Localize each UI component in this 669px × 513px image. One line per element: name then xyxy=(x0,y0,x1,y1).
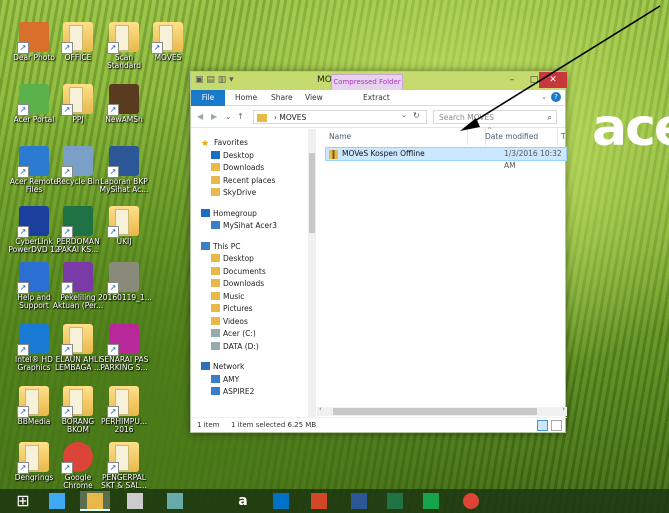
taskbar-excel[interactable] xyxy=(380,491,410,511)
excel-icon xyxy=(387,493,403,509)
taskbar-media[interactable] xyxy=(120,491,150,511)
taskbar-amazon[interactable]: a xyxy=(228,491,258,511)
amazon-icon: a xyxy=(238,493,248,509)
chrome-icon xyxy=(463,493,479,509)
taskbar-powerpoint[interactable] xyxy=(304,491,334,511)
internet-explorer-icon xyxy=(49,493,65,509)
outlook-icon xyxy=(273,493,289,509)
powerpoint-icon xyxy=(311,493,327,509)
taskbar-outlook[interactable] xyxy=(266,491,296,511)
arrow-line xyxy=(469,5,661,125)
taskbar-store[interactable] xyxy=(160,491,190,511)
taskbar: ⊞ a xyxy=(0,489,669,513)
annotation-arrow xyxy=(460,5,661,131)
taskbar-file-explorer[interactable] xyxy=(80,491,110,511)
green-app-icon xyxy=(423,493,439,509)
word-icon xyxy=(351,493,367,509)
taskbar-internet-explorer[interactable] xyxy=(42,491,72,511)
taskbar-word[interactable] xyxy=(344,491,374,511)
taskbar-chrome[interactable] xyxy=(456,491,486,511)
taskbar-windows-start[interactable]: ⊞ xyxy=(8,491,38,511)
file-explorer-icon xyxy=(87,493,103,509)
media-icon xyxy=(127,493,143,509)
taskbar-green-app[interactable] xyxy=(416,491,446,511)
windows-start-icon: ⊞ xyxy=(16,491,30,510)
store-icon xyxy=(167,493,183,509)
